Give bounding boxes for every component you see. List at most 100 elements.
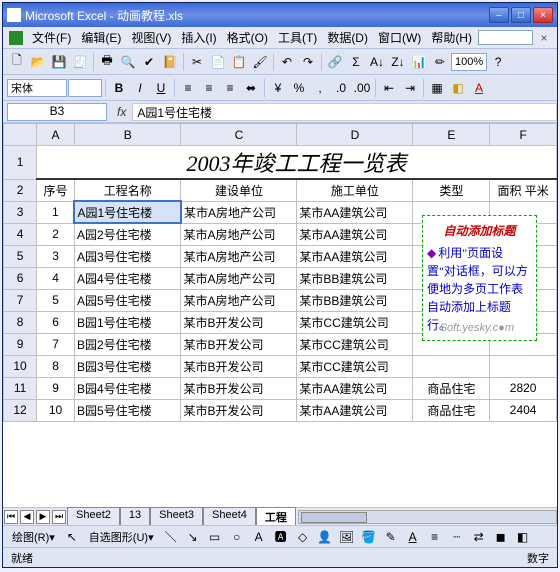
font-color-icon[interactable]: A xyxy=(469,78,489,98)
menu-edit[interactable]: 编辑(E) xyxy=(76,27,126,48)
permission-icon[interactable]: 🧾 xyxy=(70,52,90,72)
tab-nav-next-icon[interactable]: ▶ xyxy=(36,510,50,524)
cell[interactable]: 2404 xyxy=(490,399,557,421)
row-header[interactable]: 11 xyxy=(4,377,37,399)
row-header[interactable]: 8 xyxy=(4,311,37,333)
line-style-icon[interactable]: ≡ xyxy=(425,527,445,547)
header-cell[interactable]: 工程名称 xyxy=(74,179,180,201)
wordart-icon[interactable]: 🅰 xyxy=(271,527,291,547)
horizontal-scrollbar[interactable] xyxy=(298,510,557,524)
shadow-icon[interactable]: ◼ xyxy=(491,527,511,547)
cell[interactable]: B园1号住宅楼 xyxy=(74,311,180,333)
cell[interactable]: 10 xyxy=(37,399,75,421)
dash-style-icon[interactable]: ┈ xyxy=(447,527,467,547)
cell[interactable]: 1 xyxy=(37,201,75,223)
clipart-icon[interactable]: 👤 xyxy=(315,527,335,547)
sort-asc-icon[interactable]: A↓ xyxy=(367,52,387,72)
inc-indent-icon[interactable]: ⇥ xyxy=(400,78,420,98)
cell[interactable]: B园3号住宅楼 xyxy=(74,355,180,377)
name-box[interactable]: B3 xyxy=(7,103,107,121)
help-search-input[interactable] xyxy=(478,30,533,45)
cell[interactable]: 某市BB建筑公司 xyxy=(297,267,413,289)
arrow-icon[interactable]: ↘ xyxy=(183,527,203,547)
cell[interactable]: 6 xyxy=(37,311,75,333)
line-icon[interactable]: ＼ xyxy=(161,527,181,547)
paste-icon[interactable]: 📋 xyxy=(229,52,249,72)
row-header[interactable]: 1 xyxy=(4,146,37,180)
cell[interactable]: A园2号住宅楼 xyxy=(74,223,180,245)
autoshapes-menu[interactable]: 自选图形(U)▾ xyxy=(84,527,159,547)
cell[interactable]: A园3号住宅楼 xyxy=(74,245,180,267)
row-header[interactable]: 2 xyxy=(4,179,37,201)
draw-menu[interactable]: 绘图(R)▾ xyxy=(7,527,60,547)
comma-icon[interactable]: , xyxy=(310,78,330,98)
sheet-tab[interactable]: 工程 xyxy=(256,507,296,526)
cell[interactable]: 7 xyxy=(37,333,75,355)
menu-tools[interactable]: 工具(T) xyxy=(273,27,322,48)
menu-data[interactable]: 数据(D) xyxy=(322,27,373,48)
research-icon[interactable]: 📔 xyxy=(160,52,180,72)
row-header[interactable]: 5 xyxy=(4,245,37,267)
cell[interactable]: 2820 xyxy=(490,377,557,399)
doc-close-button[interactable]: × xyxy=(537,31,551,45)
cell[interactable]: 某市B开发公司 xyxy=(181,311,297,333)
copy-icon[interactable]: 📄 xyxy=(208,52,228,72)
borders-icon[interactable]: ▦ xyxy=(427,78,447,98)
menu-window[interactable]: 窗口(W) xyxy=(373,27,426,48)
cell[interactable]: 某市A房地产公司 xyxy=(181,289,297,311)
cell[interactable]: 8 xyxy=(37,355,75,377)
cell[interactable] xyxy=(490,355,557,377)
cell[interactable]: 3 xyxy=(37,245,75,267)
cell[interactable]: A园4号住宅楼 xyxy=(74,267,180,289)
format-painter-icon[interactable]: 🖌 xyxy=(250,52,270,72)
redo-icon[interactable]: ↷ xyxy=(298,52,318,72)
percent-icon[interactable]: % xyxy=(289,78,309,98)
row-header[interactable]: 6 xyxy=(4,267,37,289)
menu-help[interactable]: 帮助(H) xyxy=(426,27,477,48)
diagram-icon[interactable]: ◇ xyxy=(293,527,313,547)
drawing-icon[interactable]: ✏ xyxy=(430,52,450,72)
arrow-style-icon[interactable]: ⇄ xyxy=(469,527,489,547)
page-title-cell[interactable]: 2003年竣工工程一览表 xyxy=(37,146,557,180)
col-header[interactable]: D xyxy=(297,124,413,146)
3d-icon[interactable]: ◧ xyxy=(513,527,533,547)
sheet-tab[interactable]: 13 xyxy=(120,507,150,526)
italic-icon[interactable]: I xyxy=(130,78,150,98)
underline-icon[interactable]: U xyxy=(151,78,171,98)
cell[interactable]: 某市AA建筑公司 xyxy=(297,245,413,267)
cell[interactable]: 某市BB建筑公司 xyxy=(297,289,413,311)
spell-icon[interactable]: ✔ xyxy=(139,52,159,72)
merge-icon[interactable]: ⬌ xyxy=(241,78,261,98)
col-header[interactable]: B xyxy=(74,124,180,146)
row-header[interactable]: 4 xyxy=(4,223,37,245)
cell[interactable]: 某市A房地产公司 xyxy=(181,245,297,267)
cell[interactable]: 某市CC建筑公司 xyxy=(297,333,413,355)
sheet-tab[interactable]: Sheet4 xyxy=(203,507,256,526)
cell[interactable]: 某市AA建筑公司 xyxy=(297,399,413,421)
font-name-select[interactable]: 宋体 xyxy=(7,79,67,97)
select-arrow-icon[interactable]: ↖ xyxy=(62,527,82,547)
fill-color-icon[interactable]: ◧ xyxy=(448,78,468,98)
cell[interactable]: A园5号住宅楼 xyxy=(74,289,180,311)
print-icon[interactable]: 🖶 xyxy=(97,52,117,72)
font-size-select[interactable] xyxy=(68,79,102,97)
tab-nav-prev-icon[interactable]: ◀ xyxy=(20,510,34,524)
cell[interactable]: 商品住宅 xyxy=(413,399,490,421)
menu-file[interactable]: 文件(F) xyxy=(27,27,76,48)
cell[interactable]: 9 xyxy=(37,377,75,399)
menu-format[interactable]: 格式(O) xyxy=(222,27,273,48)
header-cell[interactable]: 施工单位 xyxy=(297,179,413,201)
cell[interactable]: B园4号住宅楼 xyxy=(74,377,180,399)
cell[interactable]: 某市B开发公司 xyxy=(181,377,297,399)
rect-icon[interactable]: ▭ xyxy=(205,527,225,547)
header-cell[interactable]: 建设单位 xyxy=(181,179,297,201)
currency-icon[interactable]: ¥ xyxy=(268,78,288,98)
dec-indent-icon[interactable]: ⇤ xyxy=(379,78,399,98)
bold-icon[interactable]: B xyxy=(109,78,129,98)
cell[interactable]: 某市AA建筑公司 xyxy=(297,201,413,223)
header-cell[interactable]: 类型 xyxy=(413,179,490,201)
cell[interactable]: 某市AA建筑公司 xyxy=(297,377,413,399)
cell[interactable]: 某市B开发公司 xyxy=(181,333,297,355)
cell[interactable]: B园5号住宅楼 xyxy=(74,399,180,421)
help-icon[interactable]: ? xyxy=(488,52,508,72)
